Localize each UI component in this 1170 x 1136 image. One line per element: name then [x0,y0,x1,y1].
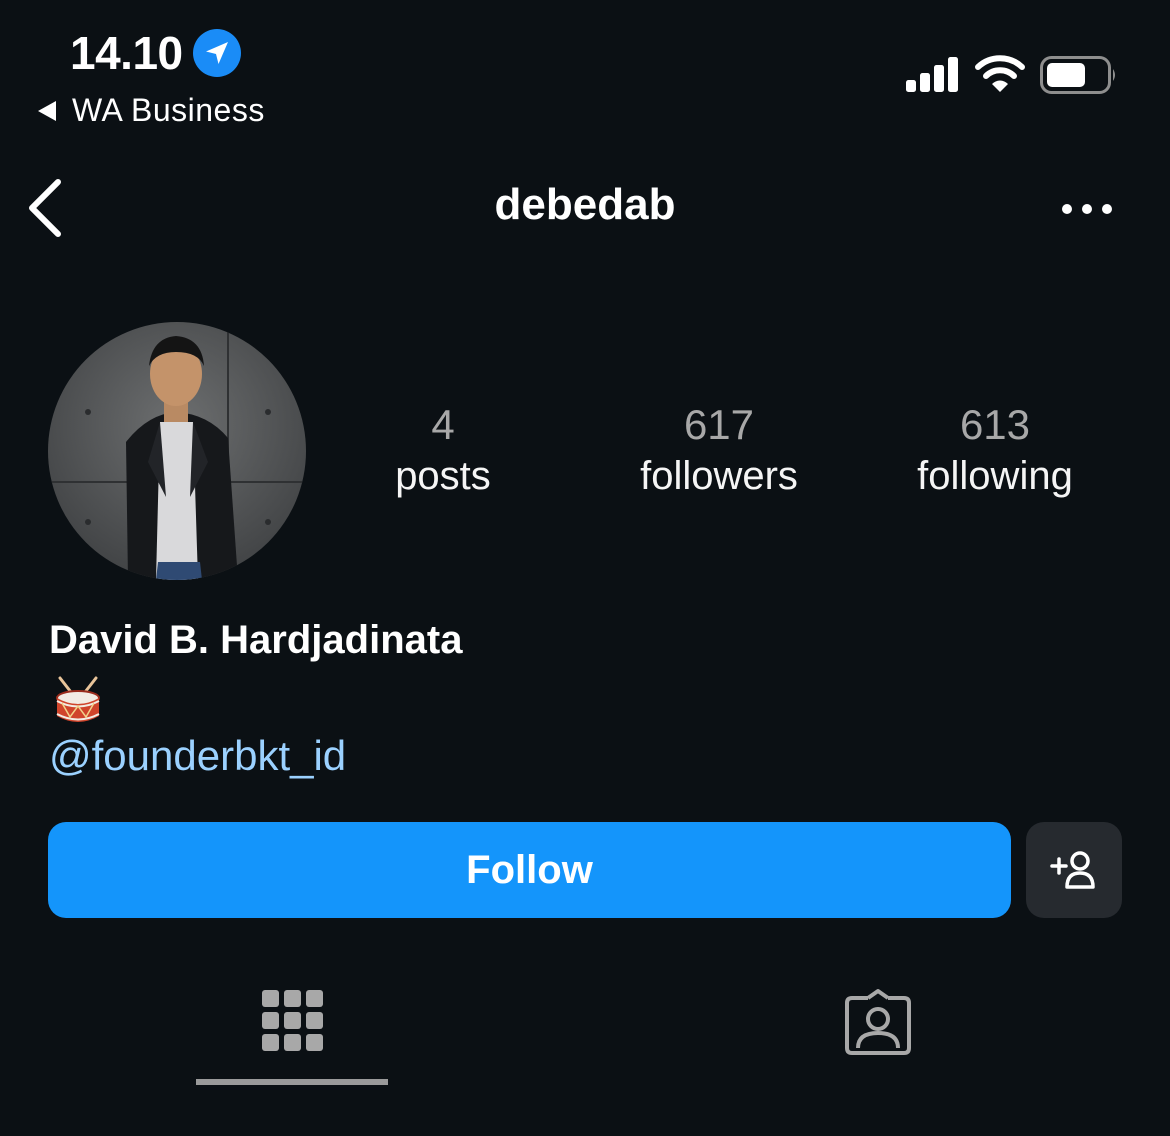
back-app-label: WA Business [72,92,265,128]
grid-icon [262,990,323,1051]
stat-following-label: following [917,454,1073,498]
more-options-icon[interactable] [1060,196,1114,222]
bio-mention-link[interactable]: @founderbkt_id [49,732,346,780]
suggested-accounts-button[interactable] [1026,822,1122,918]
stat-followers-value: 617 [683,401,755,448]
back-triangle-icon [38,100,56,121]
drum-icon [56,676,100,722]
profile-username: debedab [494,180,676,229]
back-to-app-link[interactable]: WA Business [38,92,265,129]
stat-followers-label: followers [640,454,798,498]
add-person-icon [1050,851,1095,889]
stat-posts-label: posts [395,454,491,498]
tab-posts-grid[interactable] [196,968,388,1088]
battery-icon [1040,56,1115,94]
tagged-person-icon [845,989,911,1055]
tab-tagged[interactable] [782,968,974,1088]
cellular-signal-icon [906,57,958,92]
stat-following-value: 613 [959,401,1031,448]
stat-posts[interactable]: 4 posts [323,400,563,502]
follow-button[interactable]: Follow [48,822,1011,918]
avatar-photo [48,322,306,580]
wifi-icon [975,55,1025,92]
location-arrow-icon [193,29,241,77]
profile-full-name: David B. Hardjadinata [49,618,463,662]
stat-posts-value: 4 [431,401,455,448]
status-time: 14.10 [70,27,183,79]
stat-followers[interactable]: 617 followers [599,400,839,502]
stat-following[interactable]: 613 following [875,400,1115,502]
active-tab-indicator [196,1079,388,1085]
profile-avatar[interactable] [48,322,306,580]
